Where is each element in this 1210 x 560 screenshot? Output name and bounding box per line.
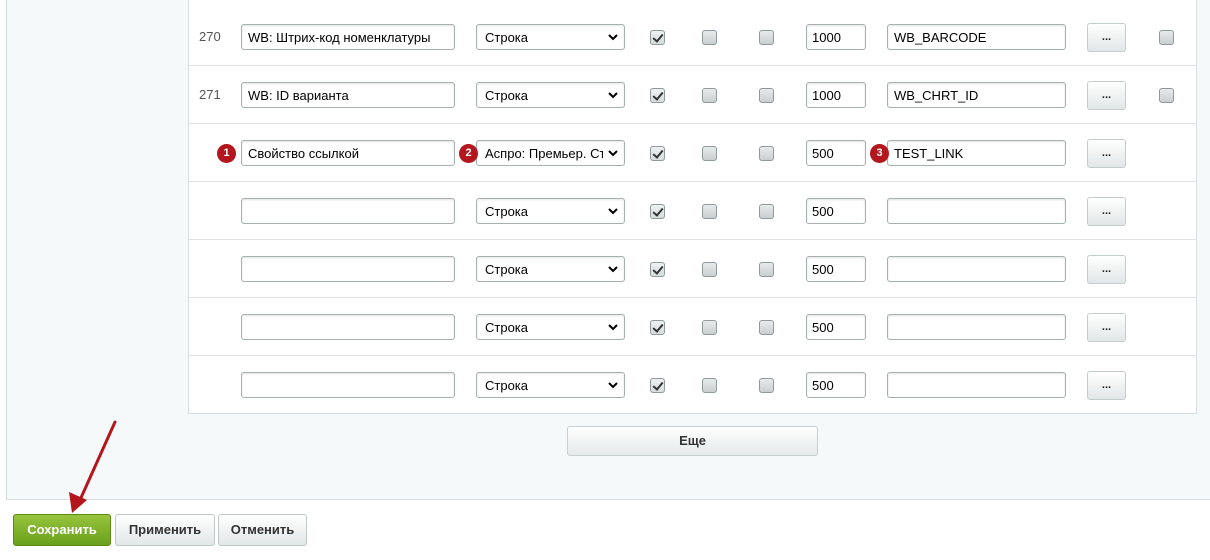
properties-table: 270 Строка ...271 Строка ... Аспро: Прем… bbox=[188, 0, 1197, 414]
apply-button[interactable]: Применить bbox=[115, 514, 215, 546]
multiple-checkbox[interactable] bbox=[650, 146, 665, 161]
table-row: Аспро: Премьер. Ст ... 1 2 3 bbox=[189, 124, 1196, 182]
property-code-input[interactable] bbox=[887, 82, 1066, 108]
chevron-down-icon bbox=[608, 92, 618, 99]
annotation-marker-2: 2 bbox=[459, 144, 478, 163]
property-size-input[interactable] bbox=[806, 372, 866, 398]
annotation-marker-1: 1 bbox=[217, 144, 236, 163]
property-code-input[interactable] bbox=[887, 24, 1066, 50]
property-name-input[interactable] bbox=[241, 314, 455, 340]
property-size-input[interactable] bbox=[806, 314, 866, 340]
table-row: Строка ... bbox=[189, 240, 1196, 298]
property-settings-button[interactable]: ... bbox=[1087, 139, 1126, 168]
property-id: 270 bbox=[199, 29, 221, 44]
property-size-input[interactable] bbox=[806, 198, 866, 224]
property-type-select[interactable]: Аспро: Премьер. Ст bbox=[476, 140, 625, 166]
property-type-value: Аспро: Премьер. Ст bbox=[485, 146, 603, 161]
property-name-input[interactable] bbox=[241, 140, 455, 166]
annotation-arrow-icon bbox=[69, 420, 117, 513]
required-checkbox[interactable] bbox=[702, 88, 717, 103]
cancel-button[interactable]: Отменить bbox=[218, 514, 307, 546]
property-name-input[interactable] bbox=[241, 24, 455, 50]
property-size-input[interactable] bbox=[806, 82, 866, 108]
property-code-input[interactable] bbox=[887, 198, 1066, 224]
property-settings-button[interactable]: ... bbox=[1087, 197, 1126, 226]
property-type-select[interactable]: Строка bbox=[476, 198, 625, 224]
filter-checkbox[interactable] bbox=[759, 320, 774, 335]
property-code-input[interactable] bbox=[887, 256, 1066, 282]
chevron-down-icon bbox=[608, 208, 618, 215]
table-row: 271 Строка ... bbox=[189, 66, 1196, 124]
table-row: Строка ... bbox=[189, 356, 1196, 414]
property-type-value: Строка bbox=[485, 204, 529, 219]
property-name-input[interactable] bbox=[241, 256, 455, 282]
property-type-value: Строка bbox=[485, 378, 529, 393]
table-row: Строка ... bbox=[189, 182, 1196, 240]
property-code-input[interactable] bbox=[887, 140, 1066, 166]
property-name-input[interactable] bbox=[241, 372, 455, 398]
more-button[interactable]: Еще bbox=[567, 426, 818, 456]
property-type-value: Строка bbox=[485, 30, 529, 45]
property-settings-button[interactable]: ... bbox=[1087, 81, 1126, 110]
required-checkbox[interactable] bbox=[702, 30, 717, 45]
property-type-select[interactable]: Строка bbox=[476, 314, 625, 340]
property-name-input[interactable] bbox=[241, 82, 455, 108]
property-type-value: Строка bbox=[485, 262, 529, 277]
property-settings-button[interactable]: ... bbox=[1087, 255, 1126, 284]
required-checkbox[interactable] bbox=[702, 204, 717, 219]
multiple-checkbox[interactable] bbox=[650, 204, 665, 219]
chevron-down-icon bbox=[608, 324, 618, 331]
multiple-checkbox[interactable] bbox=[650, 262, 665, 277]
table-row: Строка ... bbox=[189, 298, 1196, 356]
required-checkbox[interactable] bbox=[702, 146, 717, 161]
save-button[interactable]: Сохранить bbox=[13, 514, 111, 546]
annotation-marker-3: 3 bbox=[870, 144, 889, 163]
required-checkbox[interactable] bbox=[702, 378, 717, 393]
delete-checkbox[interactable] bbox=[1159, 30, 1174, 45]
filter-checkbox[interactable] bbox=[759, 262, 774, 277]
property-type-select[interactable]: Строка bbox=[476, 24, 625, 50]
property-settings-button[interactable]: ... bbox=[1087, 371, 1126, 400]
property-type-value: Строка bbox=[485, 320, 529, 335]
multiple-checkbox[interactable] bbox=[650, 320, 665, 335]
chevron-down-icon bbox=[608, 266, 618, 273]
filter-checkbox[interactable] bbox=[759, 204, 774, 219]
filter-checkbox[interactable] bbox=[759, 378, 774, 393]
property-type-select[interactable]: Строка bbox=[476, 82, 625, 108]
filter-checkbox[interactable] bbox=[759, 30, 774, 45]
chevron-down-icon bbox=[608, 34, 618, 41]
required-checkbox[interactable] bbox=[702, 262, 717, 277]
property-code-input[interactable] bbox=[887, 372, 1066, 398]
property-size-input[interactable] bbox=[806, 256, 866, 282]
delete-checkbox[interactable] bbox=[1159, 88, 1174, 103]
property-code-input[interactable] bbox=[887, 314, 1066, 340]
property-name-input[interactable] bbox=[241, 198, 455, 224]
property-settings-button[interactable]: ... bbox=[1087, 313, 1126, 342]
table-row: 270 Строка ... bbox=[189, 8, 1196, 66]
property-size-input[interactable] bbox=[806, 140, 866, 166]
form-panel: 270 Строка ...271 Строка ... Аспро: Прем… bbox=[6, 0, 1210, 500]
property-type-value: Строка bbox=[485, 88, 529, 103]
chevron-down-icon bbox=[608, 382, 618, 389]
chevron-down-icon bbox=[608, 150, 618, 157]
required-checkbox[interactable] bbox=[702, 320, 717, 335]
multiple-checkbox[interactable] bbox=[650, 88, 665, 103]
multiple-checkbox[interactable] bbox=[650, 30, 665, 45]
multiple-checkbox[interactable] bbox=[650, 378, 665, 393]
property-settings-button[interactable]: ... bbox=[1087, 23, 1126, 52]
property-size-input[interactable] bbox=[806, 24, 866, 50]
property-type-select[interactable]: Строка bbox=[476, 256, 625, 282]
filter-checkbox[interactable] bbox=[759, 146, 774, 161]
property-type-select[interactable]: Строка bbox=[476, 372, 625, 398]
property-id: 271 bbox=[199, 87, 221, 102]
filter-checkbox[interactable] bbox=[759, 88, 774, 103]
